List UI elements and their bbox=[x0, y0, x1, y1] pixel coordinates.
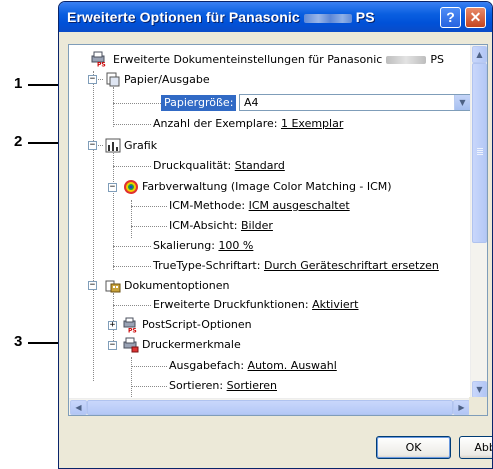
scroll-down-button[interactable]: ▼ bbox=[472, 381, 487, 398]
scroll-up-button[interactable]: ▲ bbox=[472, 46, 487, 63]
tree-advanced-printing[interactable]: Erweiterte Druckfunktionen: Aktiviert bbox=[153, 297, 359, 313]
callout-3: 3 bbox=[14, 333, 23, 350]
tree-copies[interactable]: Anzahl der Exemplare: 1 Exemplar bbox=[153, 116, 343, 132]
printer-document-icon: PS bbox=[91, 51, 107, 69]
color-wheel-icon bbox=[123, 179, 139, 194]
paper-size-select[interactable]: A4 ▼ bbox=[239, 94, 471, 111]
callout-2: 2 bbox=[14, 133, 23, 150]
scroll-right-button[interactable]: ▶ bbox=[453, 400, 470, 415]
vertical-scrollbar[interactable]: ▲ ▼ bbox=[470, 45, 487, 399]
graphics-expander[interactable]: − bbox=[88, 141, 97, 150]
cancel-button[interactable]: Abbrechen bbox=[459, 436, 492, 459]
printer-features-icon bbox=[123, 337, 139, 353]
redacted-model bbox=[303, 13, 352, 23]
postscript-expander[interactable]: + bbox=[108, 321, 117, 330]
horizontal-scrollbar[interactable]: ◀ ▶ bbox=[69, 398, 471, 415]
title-bar[interactable]: Erweiterte Optionen für Panasonic PS ? ✕ bbox=[59, 2, 492, 32]
printer-features-expander[interactable]: − bbox=[108, 341, 117, 350]
tree-root[interactable]: Erweiterte Dokumenteinstellungen für Pan… bbox=[113, 52, 444, 68]
tree-print-quality[interactable]: Druckqualität: Standard bbox=[153, 158, 285, 174]
tree-graphics[interactable]: Grafik bbox=[124, 138, 157, 154]
document-options-expander[interactable]: − bbox=[88, 281, 97, 290]
horizontal-scroll-thumb[interactable] bbox=[87, 400, 453, 415]
close-button[interactable]: ✕ bbox=[465, 7, 486, 28]
tree-sorting[interactable]: Sortieren: Sortieren bbox=[169, 378, 277, 394]
advanced-options-dialog: Erweiterte Optionen für Panasonic PS ? ✕ … bbox=[58, 1, 493, 469]
svg-text:PS: PS bbox=[97, 62, 106, 68]
chevron-down-icon[interactable]: ▼ bbox=[454, 95, 470, 110]
postscript-icon: PS bbox=[123, 317, 139, 335]
tree-color-management[interactable]: Farbverwaltung (Image Color Matching - I… bbox=[142, 179, 392, 195]
svg-text:PS: PS bbox=[128, 328, 137, 334]
tree-view[interactable]: PS Erweiterte Dokumenteinstellungen für … bbox=[68, 44, 488, 416]
vertical-scroll-thumb[interactable] bbox=[472, 63, 487, 243]
window-title: Erweiterte Optionen für Panasonic PS bbox=[67, 9, 375, 25]
tree-paper-output[interactable]: Papier/Ausgabe bbox=[124, 72, 210, 88]
paper-size-label[interactable]: Papiergröße: bbox=[161, 95, 237, 111]
tree-icm-intent[interactable]: ICM-Absicht: Bilder bbox=[169, 218, 273, 234]
tree-truetype-font[interactable]: TrueType-Schriftart: Durch Geräteschrift… bbox=[153, 258, 439, 274]
paper-output-icon bbox=[105, 72, 121, 87]
document-options-icon bbox=[105, 278, 121, 293]
help-button[interactable]: ? bbox=[440, 7, 461, 28]
tree-output-tray[interactable]: Ausgabefach: Autom. Auswahl bbox=[169, 358, 337, 374]
callout-1: 1 bbox=[14, 75, 23, 92]
tree-icm-method[interactable]: ICM-Methode: ICM ausgeschaltet bbox=[169, 198, 350, 214]
tree-printer-features[interactable]: Druckermerkmale bbox=[142, 337, 241, 353]
paper-expander[interactable]: − bbox=[88, 75, 97, 84]
color-management-expander[interactable]: − bbox=[108, 183, 117, 192]
scroll-left-button[interactable]: ◀ bbox=[70, 400, 87, 415]
scrollbar-corner bbox=[469, 397, 487, 415]
ok-button[interactable]: OK bbox=[376, 436, 451, 459]
tree-document-options[interactable]: Dokumentoptionen bbox=[124, 278, 230, 294]
graphics-chart-icon bbox=[105, 138, 121, 153]
tree-postscript-options[interactable]: PostScript-Optionen bbox=[142, 317, 252, 333]
tree-scaling[interactable]: Skalierung: 100 % bbox=[153, 238, 253, 254]
